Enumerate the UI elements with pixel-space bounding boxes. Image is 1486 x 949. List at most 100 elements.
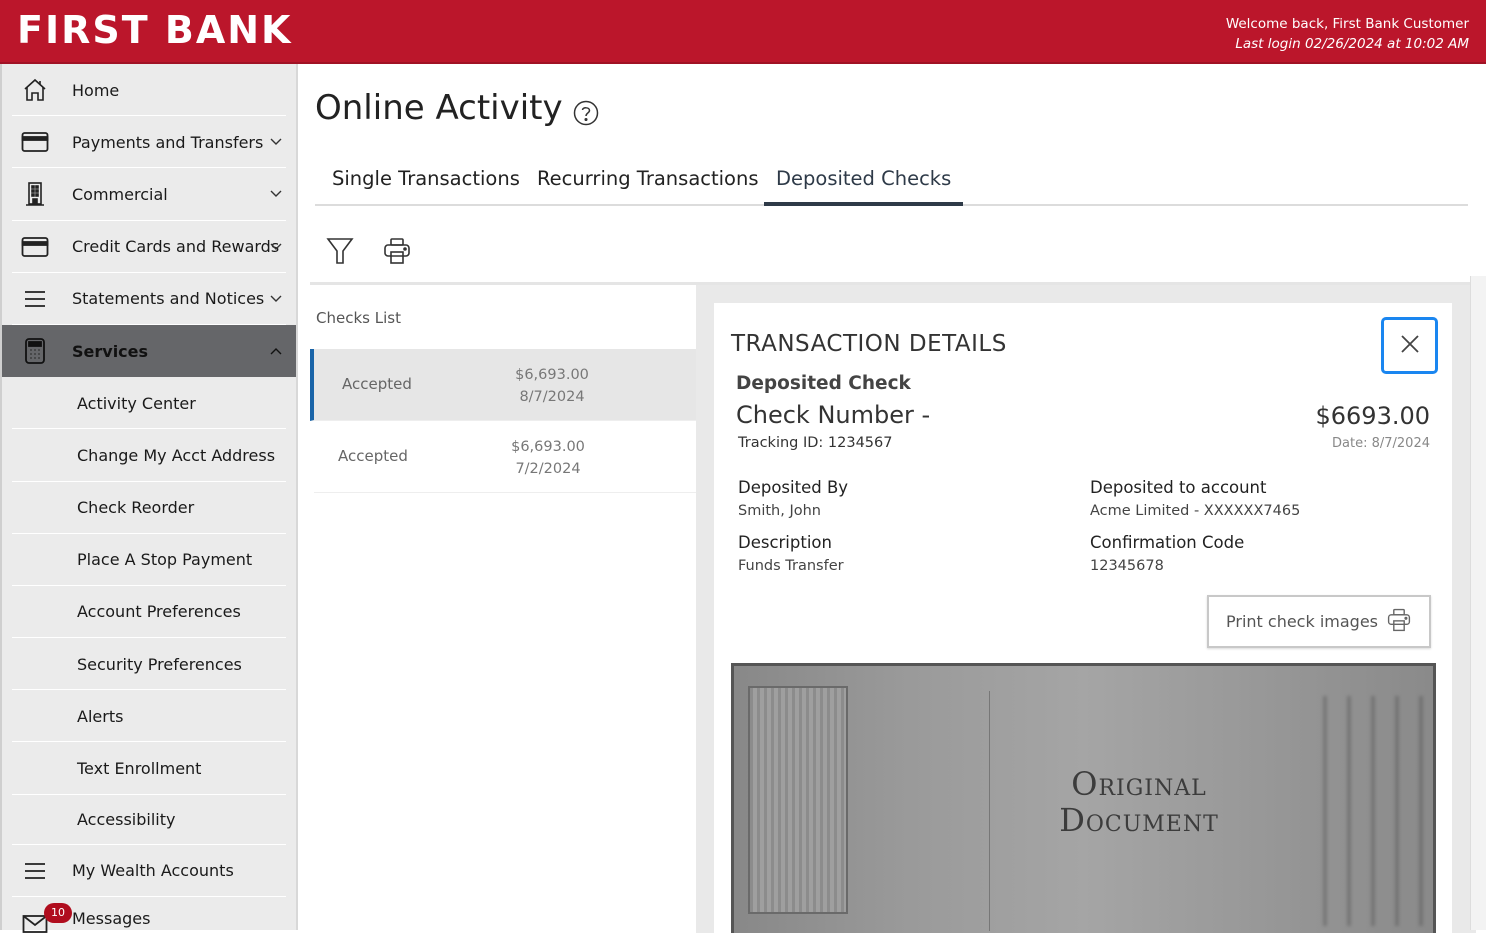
chevron-down-icon: [268, 186, 284, 202]
last-login-text: Last login 02/26/2024 at 10:02 AM: [1235, 36, 1469, 52]
check-status: Accepted: [338, 447, 408, 465]
check-row[interactable]: Accepted $6,693.00 7/2/2024: [314, 421, 700, 493]
check-status: Accepted: [342, 375, 412, 393]
sidebar-nav: Home Payments and Transfers Commercial C…: [0, 64, 298, 949]
check-image: Original Document: [731, 663, 1436, 933]
page-scrollbar[interactable]: [1470, 276, 1486, 930]
sidebar-item-label: Statements and Notices: [72, 289, 265, 309]
check-amount: $6,693.00: [515, 367, 589, 383]
check-number: Check Number -: [736, 401, 931, 429]
sidebar-item-payments[interactable]: Payments and Transfers: [2, 116, 296, 169]
transaction-details-card: TRANSACTION DETAILS Deposited Check Chec…: [714, 303, 1452, 933]
menu-icon: [20, 284, 50, 314]
transaction-amount: $6693.00: [1315, 402, 1430, 430]
chevron-down-icon: [268, 291, 284, 307]
sidebar-subitem-activity-center[interactable]: Activity Center: [2, 377, 296, 430]
transaction-type: Deposited Check: [736, 373, 911, 394]
sidebar-subitem-security-preferences[interactable]: Security Preferences: [2, 638, 296, 691]
sidebar-item-commercial[interactable]: Commercial: [2, 168, 296, 221]
sidebar-item-label: Home: [72, 80, 120, 100]
welcome-text: Welcome back, First Bank Customer: [1225, 16, 1469, 32]
checks-list-title: Checks List: [316, 309, 401, 327]
menu-icon: [20, 856, 50, 886]
sidebar-item-label: Security Preferences: [77, 654, 242, 674]
watermark-line-2: Document: [1059, 801, 1219, 839]
sidebar-item-label: Text Enrollment: [77, 759, 202, 779]
sidebar-subitem-text-enrollment[interactable]: Text Enrollment: [2, 742, 296, 795]
sidebar-item-label: Commercial: [72, 184, 168, 204]
check-image-stub: [748, 686, 848, 914]
sidebar-item-wealth[interactable]: My Wealth Accounts: [2, 845, 296, 898]
tab-recurring-transactions[interactable]: Recurring Transactions: [525, 162, 771, 206]
home-icon: [20, 75, 50, 105]
sidebar-item-label: Account Preferences: [77, 602, 241, 622]
sidebar-subitem-change-address[interactable]: Change My Acct Address: [2, 429, 296, 482]
sidebar-subitem-alerts[interactable]: Alerts: [2, 690, 296, 743]
sidebar-subitem-check-reorder[interactable]: Check Reorder: [2, 482, 296, 534]
printer-icon[interactable]: [382, 236, 412, 266]
deposited-by-label: Deposited By: [738, 478, 849, 497]
sidebar-subitem-account-preferences[interactable]: Account Preferences: [2, 586, 296, 639]
check-image-endorsement: [1303, 696, 1423, 926]
sidebar-item-label: Alerts: [77, 706, 124, 726]
sidebar-item-label: Change My Acct Address: [77, 445, 276, 465]
welcome-block: Welcome back, First Bank Customer Last l…: [1226, 14, 1469, 54]
card-icon: [20, 232, 50, 262]
sidebar-item-messages[interactable]: 10 Messages: [2, 897, 296, 949]
print-check-images-button[interactable]: Print check images: [1207, 595, 1431, 648]
chevron-down-icon: [268, 134, 284, 150]
sidebar-item-credit-cards[interactable]: Credit Cards and Rewards: [2, 221, 296, 273]
checks-list: Checks List Accepted $6,693.00 8/7/2024 …: [310, 285, 700, 933]
tracking-id: Tracking ID: 1234567: [738, 435, 893, 451]
sidebar-item-label: Check Reorder: [77, 498, 195, 518]
check-date: 7/2/2024: [515, 461, 581, 477]
check-amount-date: $6,693.00 8/7/2024: [514, 364, 590, 408]
sidebar-item-label: My Wealth Accounts: [72, 861, 234, 881]
deposited-to-label: Deposited to account: [1090, 478, 1267, 497]
sidebar-item-label: Payments and Transfers: [72, 132, 264, 152]
messages-count-badge: 10: [44, 902, 72, 923]
deposited-by-value: Smith, John: [738, 503, 821, 519]
description-value: Funds Transfer: [738, 558, 844, 574]
filter-icon[interactable]: [326, 236, 356, 266]
check-amount: $6,693.00: [511, 439, 585, 455]
check-image-watermark: Original Document: [1024, 766, 1254, 838]
sidebar-item-label: Activity Center: [77, 393, 196, 413]
help-icon[interactable]: [573, 95, 599, 126]
sidebar-item-label: Messages: [72, 908, 151, 928]
calculator-icon: [20, 336, 50, 366]
sidebar-item-label: Services: [72, 341, 149, 361]
tab-deposited-checks[interactable]: Deposited Checks: [764, 162, 964, 206]
sidebar-item-label: Credit Cards and Rewards: [72, 237, 280, 257]
chevron-up-icon: [268, 343, 284, 359]
print-button-label: Print check images: [1226, 612, 1378, 631]
sidebar-item-label: Place A Stop Payment: [77, 550, 253, 570]
transaction-details-panel: TRANSACTION DETAILS Deposited Check Chec…: [696, 285, 1476, 933]
deposited-to-value: Acme Limited - XXXXXX7465: [1090, 503, 1301, 519]
watermark-line-1: Original: [1071, 765, 1207, 803]
activity-tabs: Single Transactions Recurring Transactio…: [315, 160, 1468, 206]
check-image-divider: [989, 691, 990, 931]
chevron-down-icon: [268, 239, 284, 255]
card-icon: [20, 127, 50, 157]
top-header: FIRST BANK Welcome back, First Bank Cust…: [0, 0, 1486, 64]
main-content: Online Activity Single Transactions Recu…: [300, 66, 1486, 933]
printer-icon: [1386, 607, 1412, 637]
sidebar-subitem-stop-payment[interactable]: Place A Stop Payment: [2, 534, 296, 587]
check-row[interactable]: Accepted $6,693.00 8/7/2024: [310, 349, 696, 421]
page-title-text: Online Activity: [315, 88, 563, 128]
sidebar-item-services[interactable]: Services: [2, 324, 296, 378]
sidebar-item-statements[interactable]: Statements and Notices: [2, 273, 296, 326]
sidebar-subitem-accessibility[interactable]: Accessibility: [2, 795, 296, 845]
page-title: Online Activity: [315, 88, 599, 128]
description-label: Description: [738, 533, 832, 552]
deposited-checks-panel: Checks List Accepted $6,693.00 8/7/2024 …: [310, 282, 1486, 933]
close-icon: [1400, 334, 1420, 358]
bank-logo[interactable]: FIRST BANK: [17, 8, 293, 52]
tab-single-transactions[interactable]: Single Transactions: [320, 162, 532, 206]
sidebar-item-home[interactable]: Home: [2, 64, 296, 117]
sidebar-item-label: Accessibility: [77, 810, 176, 830]
check-amount-date: $6,693.00 7/2/2024: [510, 436, 586, 480]
close-button[interactable]: [1381, 317, 1438, 374]
check-date: 8/7/2024: [519, 389, 585, 405]
